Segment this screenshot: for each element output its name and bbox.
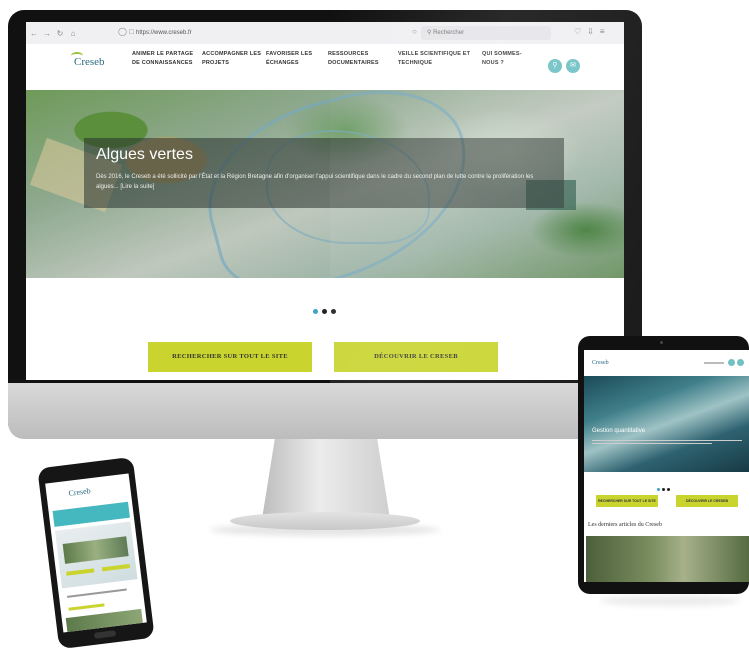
hero-title[interactable]: Algues vertes (96, 146, 193, 164)
tablet-hero-title[interactable]: Gestion quantitative (592, 428, 645, 434)
nav-item-partage[interactable]: ANIMER LE PARTAGE DE CONNAISSANCES (132, 50, 198, 68)
forward-icon[interactable]: → (42, 29, 52, 38)
site-logo[interactable]: Creseb (74, 56, 105, 68)
nav-item-qui-sommes-nous[interactable]: QUI SOMMES-NOUS ? (482, 50, 536, 68)
tablet-search-icon[interactable] (728, 359, 735, 366)
search-all-button[interactable]: RECHERCHER SUR TOUT LE SITE (148, 342, 312, 372)
tablet-search-all-button[interactable]: RECHERCHER SUR TOUT LE SITE (596, 495, 658, 507)
tablet-camera (660, 341, 663, 344)
tablet-section-title: Les derniers articles du Creseb (588, 522, 662, 528)
shield-icon: ◯ (118, 27, 127, 36)
tablet-contact-icon[interactable] (737, 359, 744, 366)
search-icon: ⚲ (427, 30, 432, 36)
back-icon[interactable]: ← (29, 29, 39, 38)
hero-description: Dès 2016, le Creseb a été sollicité par … (96, 174, 534, 190)
browser-menu-icons[interactable]: ♡⇩≡ (574, 27, 611, 36)
circle-icon: ○ (412, 27, 417, 36)
nav-item-veille[interactable]: VEILLE SCIENTIFIQUE ET TECHNIQUE (398, 50, 474, 68)
carousel-dot[interactable] (313, 309, 318, 314)
tablet-screen: Creseb Gestion quantitative RECHERCHER S… (584, 350, 749, 582)
contact-button-icon[interactable]: ✉ (566, 59, 580, 73)
carousel-dot[interactable] (662, 488, 665, 491)
lock-icon: □ (129, 27, 134, 36)
address-bar[interactable]: https://www.creseb.fr (136, 27, 266, 39)
browser-search-placeholder: Rechercher (433, 30, 465, 36)
browser-search-input[interactable]: ⚲ Rechercher (421, 26, 551, 40)
carousel-dot[interactable] (331, 309, 336, 314)
phone-screen: Creseb (45, 473, 147, 633)
monitor-stand-base (230, 512, 420, 530)
home-icon[interactable]: ⌂ (68, 29, 78, 38)
discover-creseb-button[interactable]: DÉCOUVRIR LE CRESEB (334, 342, 498, 372)
reload-icon[interactable]: ↻ (55, 29, 65, 38)
tablet-discover-button[interactable]: DÉCOUVRIR LE CRESEB (676, 495, 738, 507)
tablet-hero-image[interactable] (584, 376, 749, 472)
nav-item-echanges[interactable]: FAVORISER LES ÉCHANGES (266, 50, 322, 68)
phone-logo[interactable]: Creseb (68, 486, 91, 498)
tablet-shadow (600, 596, 740, 606)
tablet-hero-text-lines (592, 438, 742, 448)
phone-device: Creseb (37, 456, 155, 649)
carousel-dot[interactable] (667, 488, 670, 491)
nav-item-ressources[interactable]: RESSOURCES DOCUMENTAIRES (328, 50, 388, 68)
phone-text-line (67, 588, 127, 598)
tablet-carousel-dots (656, 478, 671, 496)
carousel-dots (311, 301, 338, 319)
carousel-dot[interactable] (322, 309, 327, 314)
monitor-stand (262, 439, 390, 519)
monitor-chin (8, 383, 642, 439)
carousel-dot[interactable] (657, 488, 660, 491)
monitor-screen: ← → ↻ ⌂ ◯ □ https://www.creseb.fr ○ ⚲ Re… (26, 22, 624, 380)
nav-item-accompagner[interactable]: ACCOMPAGNER LES PROJETS (202, 50, 262, 68)
tablet-article-photo[interactable] (586, 536, 749, 582)
phone-link-button[interactable] (68, 603, 105, 611)
site-header: Creseb ANIMER LE PARTAGE DE CONNAISSANCE… (26, 44, 624, 90)
search-button-icon[interactable]: ⚲ (548, 59, 562, 73)
tablet-nav-line (704, 362, 724, 364)
tablet-logo[interactable]: Creseb (592, 360, 609, 366)
